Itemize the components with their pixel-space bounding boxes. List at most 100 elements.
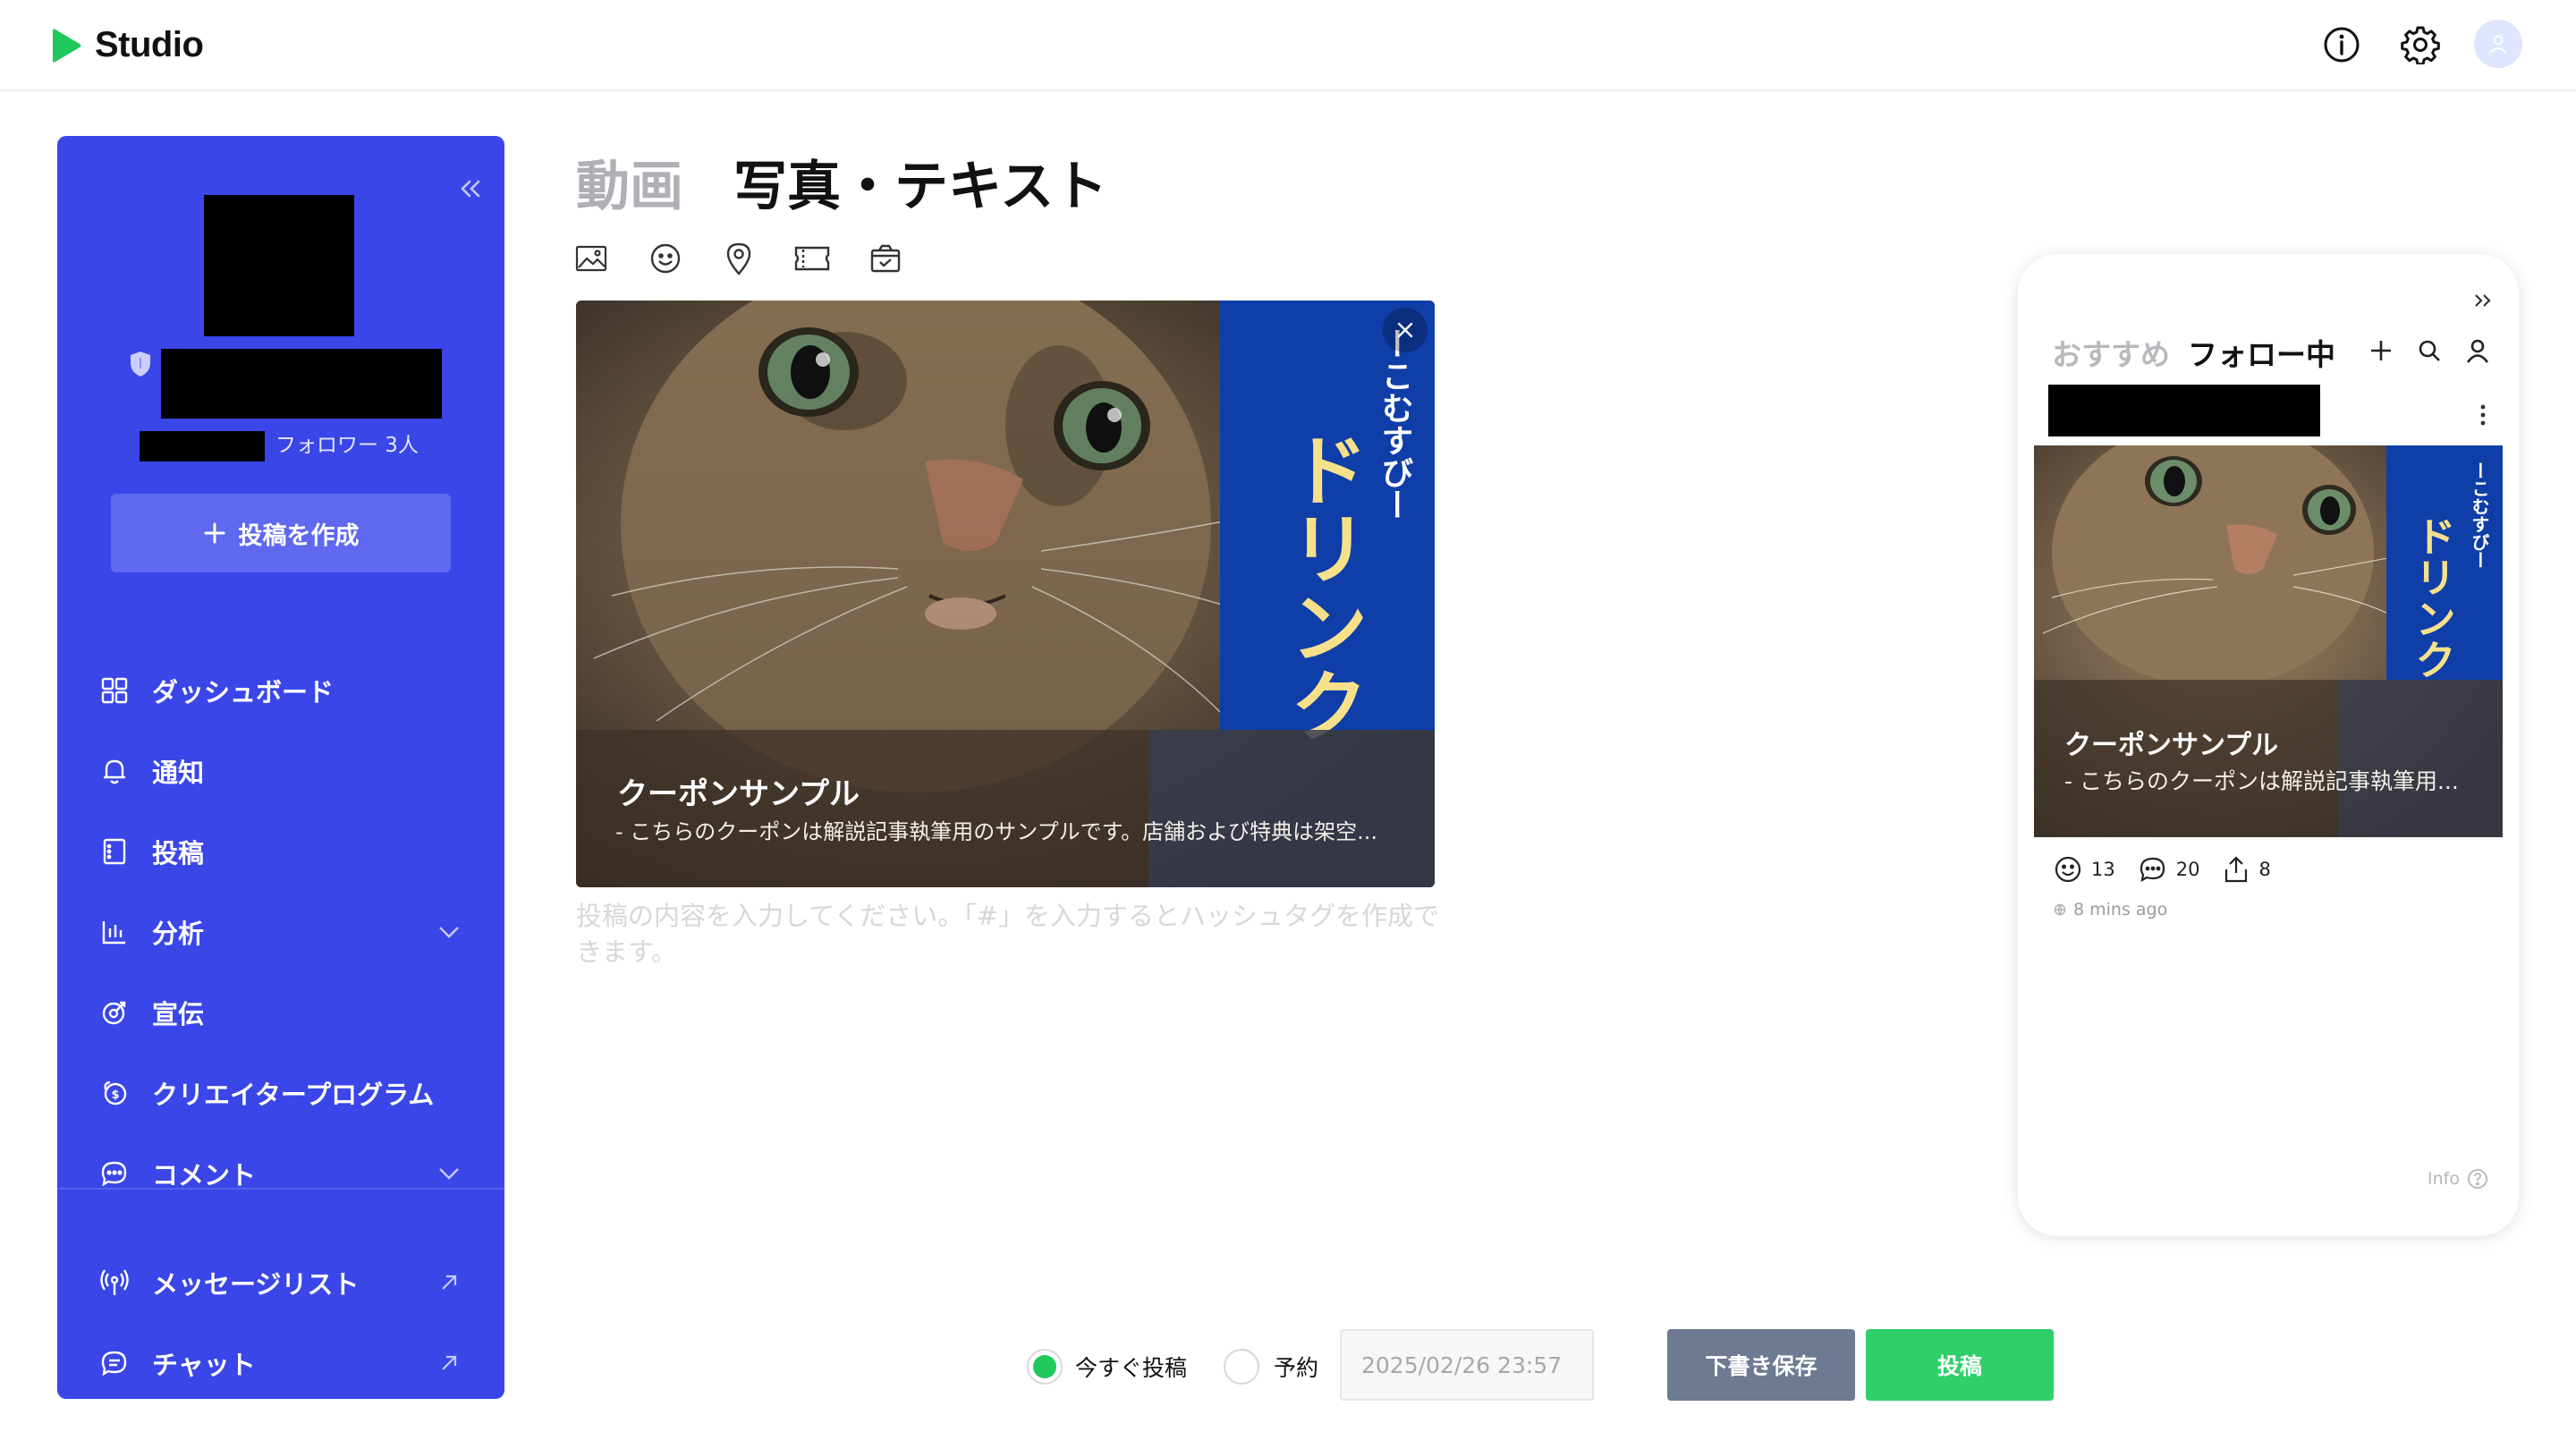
share-count: 8 xyxy=(2258,859,2271,880)
sidebar-item-creator-program[interactable]: $ クリエイタープログラム xyxy=(57,1057,504,1129)
preview-coupon-description: - こちらのクーポンは解説記事執筆用... xyxy=(2064,768,2459,794)
tab-photo-text[interactable]: 写真・テキスト xyxy=(733,143,1107,221)
more-options-icon[interactable] xyxy=(2465,397,2501,433)
search-icon[interactable] xyxy=(2411,333,2447,369)
sidebar-item-label: 通知 xyxy=(152,758,205,788)
sidebar-item-label: 投稿 xyxy=(152,838,205,869)
location-icon[interactable] xyxy=(718,238,759,279)
gear-icon[interactable] xyxy=(2397,21,2444,68)
follower-count: フォロワー 3人 xyxy=(275,434,419,457)
globe-icon xyxy=(2054,903,2066,916)
sidebar-item-label: 分析 xyxy=(152,919,205,949)
svg-text:$: $ xyxy=(111,1089,119,1102)
coupon-icon[interactable] xyxy=(792,238,833,279)
double-chevron-right-icon xyxy=(2475,294,2491,307)
info-icon[interactable] xyxy=(2318,21,2365,68)
account-id-redacted xyxy=(140,431,265,462)
chart-icon xyxy=(98,916,131,948)
verified-shield-icon xyxy=(129,351,152,377)
user-avatar[interactable] xyxy=(2474,20,2522,68)
reaction-stat[interactable]: 13 xyxy=(2054,855,2115,884)
save-draft-button[interactable]: 下書き保存 xyxy=(1667,1329,1855,1401)
plus-icon[interactable] xyxy=(2363,333,2399,369)
help-icon xyxy=(2468,1169,2487,1189)
coupon-card[interactable]: ドリンク ーこむすびー クーポンサンプル - こちらのクーポンは解説記事執筆用の… xyxy=(576,301,1435,887)
app-name: Studio xyxy=(95,25,204,64)
post-icon xyxy=(98,835,131,868)
account-name-redacted xyxy=(161,349,442,419)
schedule-label: 予約 xyxy=(1274,1355,1319,1381)
chevron-down-icon[interactable] xyxy=(433,1157,465,1190)
sidebar-item-posts[interactable]: 投稿 xyxy=(57,816,504,887)
profile-icon[interactable] xyxy=(2460,333,2496,369)
preview-stats: 13 20 8 xyxy=(2054,855,2285,884)
sidebar-item-analytics[interactable]: 分析 xyxy=(57,896,504,968)
post-now-radio[interactable] xyxy=(1027,1349,1063,1385)
collapse-sidebar-button[interactable] xyxy=(444,166,497,211)
share-stat[interactable]: 8 xyxy=(2223,855,2271,884)
sidebar-item-label: コメント xyxy=(152,1160,257,1191)
comment-icon xyxy=(98,1157,131,1190)
sidebar-item-comments[interactable]: コメント xyxy=(57,1138,504,1209)
sidebar-item-dashboard[interactable]: ダッシュボード xyxy=(57,655,504,726)
preview-tab-following[interactable]: フォロー中 xyxy=(2188,331,2335,374)
chevron-down-icon[interactable] xyxy=(433,916,465,948)
studio-logo[interactable]: Studio xyxy=(52,25,204,65)
sidebar-item-chat[interactable]: チャット xyxy=(57,1327,504,1399)
comment-icon xyxy=(2140,857,2165,883)
share-icon xyxy=(2225,856,2248,883)
preview-info[interactable]: Info xyxy=(2428,1168,2488,1190)
sidebar-item-notifications[interactable]: 通知 xyxy=(57,735,504,807)
comment-stat[interactable]: 20 xyxy=(2139,855,2200,884)
preview-account-redacted xyxy=(2048,385,2320,436)
top-bar: Studio xyxy=(0,0,2576,91)
comment-count: 20 xyxy=(2175,859,2200,880)
remove-card-button[interactable] xyxy=(1383,308,1428,352)
schedule-datetime-field[interactable]: 2025/02/26 23:57 xyxy=(1340,1329,1594,1401)
preview-banner-subtext: ーこむすびー xyxy=(2469,462,2490,569)
sidebar-item-label: クリエイタープログラム xyxy=(152,1080,435,1110)
dashboard-icon xyxy=(98,674,131,707)
sidebar-item-label: チャット xyxy=(152,1350,256,1380)
chat-icon xyxy=(98,1347,131,1379)
emoji-icon[interactable] xyxy=(645,238,686,279)
user-icon xyxy=(2489,35,2507,54)
collapse-preview-button[interactable] xyxy=(2465,283,2501,318)
create-post-label: 投稿を作成 xyxy=(238,521,360,550)
sidebar-item-message-list[interactable]: メッセージリスト xyxy=(57,1247,504,1318)
emoji-icon xyxy=(2055,856,2081,883)
double-chevron-left-icon xyxy=(461,180,480,198)
sidebar: フォロワー 3人 投稿を作成 ダッシュボード 通知 投稿 分析 宣伝 $ クリエ… xyxy=(57,136,504,1399)
banner-text: ドリンク xyxy=(1277,429,1369,744)
sidebar-item-promote[interactable]: 宣伝 xyxy=(57,977,504,1048)
plus-icon xyxy=(204,522,225,544)
image-icon[interactable] xyxy=(571,238,612,279)
create-post-button[interactable]: 投稿を作成 xyxy=(111,494,451,572)
close-icon xyxy=(1397,322,1413,338)
info-label: Info xyxy=(2428,1169,2460,1189)
bell-icon xyxy=(98,755,131,787)
banner-subtext: ーこむすびー xyxy=(1377,327,1413,521)
shopping-bag-icon[interactable] xyxy=(865,238,906,279)
tab-video[interactable]: 動画 xyxy=(576,143,683,221)
coupon-description: - こちらのクーポンは解説記事執筆用のサンプルです。店舗および特典は架空... xyxy=(615,819,1378,844)
promote-icon xyxy=(98,996,131,1029)
play-logo-icon xyxy=(53,28,81,63)
preview-panel: おすすめ フォロー中 ドリンク ーこむすびー クーポンサンプル - こちらのクー… xyxy=(2018,254,2519,1236)
reaction-count: 13 xyxy=(2091,859,2115,880)
external-link-icon[interactable] xyxy=(433,1267,465,1299)
post-now-label: 今すぐ投稿 xyxy=(1075,1355,1188,1381)
sidebar-divider xyxy=(57,1188,504,1190)
preview-coupon-title: クーポンサンプル xyxy=(2064,730,2279,761)
external-link-icon[interactable] xyxy=(433,1347,465,1379)
time-ago: 8 mins ago xyxy=(2073,900,2168,919)
preview-timestamp: 8 mins ago xyxy=(2054,900,2167,919)
sidebar-item-label: ダッシュボード xyxy=(152,677,335,708)
broadcast-icon xyxy=(98,1267,131,1299)
post-button[interactable]: 投稿 xyxy=(1866,1329,2054,1401)
post-content-input[interactable]: 投稿の内容を入力してください。「#」を入力するとハッシュタグを作成できます。 xyxy=(576,898,1444,970)
schedule-radio[interactable] xyxy=(1224,1349,1259,1385)
preview-coupon-card[interactable]: ドリンク ーこむすびー クーポンサンプル - こちらのクーポンは解説記事執筆用.… xyxy=(2034,445,2503,837)
preview-tab-recommended[interactable]: おすすめ xyxy=(2052,331,2170,374)
coin-icon: $ xyxy=(98,1077,131,1109)
